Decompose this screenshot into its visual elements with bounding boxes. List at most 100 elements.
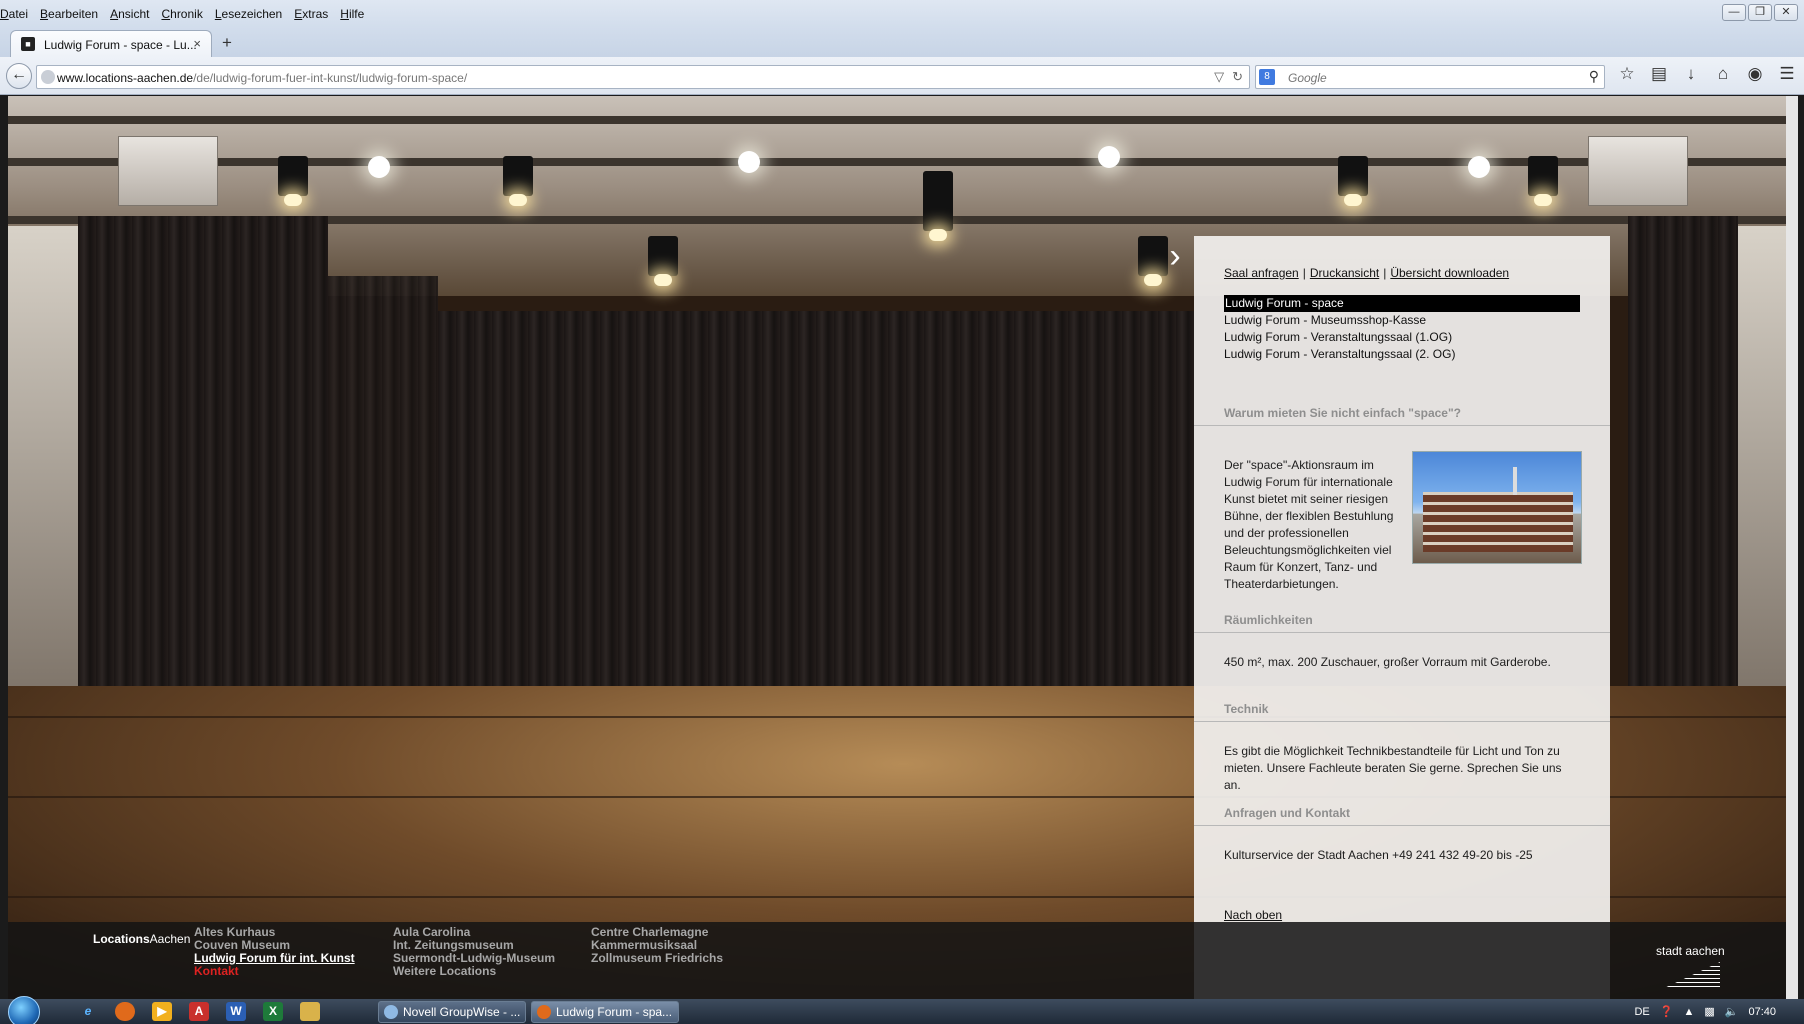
divider xyxy=(1194,425,1610,426)
footer-link-weitere[interactable]: Weitere Locations xyxy=(393,965,555,978)
groupwise-icon xyxy=(384,1005,398,1019)
menu-bearbeiten[interactable]: Bearbeiten xyxy=(40,7,98,21)
speaker xyxy=(1588,136,1688,206)
panel-actions: Saal anfragen | Druckansicht | Übersicht dow… xyxy=(1224,266,1510,280)
excel-icon[interactable]: X xyxy=(263,1002,283,1021)
reading-list-icon[interactable]: ▤ xyxy=(1648,64,1670,84)
close-icon[interactable]: ✕ xyxy=(1774,4,1798,21)
footer-col-1: Altes Kurhaus Couven Museum Ludwig Forum… xyxy=(194,926,355,978)
home-icon[interactable]: ⌂ xyxy=(1712,64,1734,84)
stage-lamp xyxy=(278,156,308,206)
scrollbar[interactable] xyxy=(1786,96,1798,999)
stage-lamp xyxy=(648,236,678,286)
rooms-text: 450 m², max. 200 Zuschauer, großer Vorra… xyxy=(1224,655,1551,669)
tech-text: Es gibt die Möglichkeit Technikbestandte… xyxy=(1224,744,1562,792)
volume-icon[interactable]: 🔈 xyxy=(1725,1005,1739,1018)
footer-col-3: Centre Charlemagne Kammermusiksaal Zollm… xyxy=(591,926,723,965)
speaker xyxy=(118,136,218,206)
start-button[interactable] xyxy=(8,996,40,1024)
new-tab-button[interactable]: + xyxy=(222,33,232,53)
site-footer: LocationsAachen Altes Kurhaus Couven Mus… xyxy=(8,922,1798,999)
stage-lamp xyxy=(1338,156,1368,206)
why-heading: Warum mieten Sie nicht einfach "space"? xyxy=(1224,406,1461,420)
dropdown-icon[interactable]: ▽ xyxy=(1214,69,1224,85)
stage-lamp xyxy=(923,171,953,241)
room-item-saal-2og[interactable]: Ludwig Forum - Veranstaltungssaal (2. OG… xyxy=(1224,346,1580,363)
building-photo xyxy=(1412,451,1582,564)
footer-link-zollmuseum[interactable]: Zollmuseum Friedrichs xyxy=(591,952,723,965)
system-tray: DE ❓ ▲ ▩ 🔈 07:40 xyxy=(1634,999,1804,1024)
description-text: Der "space"-Aktionsraum im Ludwig Forum … xyxy=(1224,458,1394,591)
search-icon[interactable]: ⚲ xyxy=(1589,68,1599,85)
restore-icon[interactable]: ❐ xyxy=(1748,4,1772,21)
uebersicht-downloaden-link[interactable]: Übersicht downloaden xyxy=(1390,266,1509,280)
navigation-bar: ← www.locations-aachen.de/de/ludwig-foru… xyxy=(0,57,1804,95)
reload-icon[interactable]: ↻ xyxy=(1232,69,1243,85)
menu-ansicht[interactable]: Ansicht xyxy=(110,7,149,21)
ie-icon[interactable]: e xyxy=(78,1002,98,1021)
menu-extras[interactable]: Extras xyxy=(294,7,328,21)
page-viewport: › Saal anfragen | Druckansicht | Übersicht d… xyxy=(8,96,1798,999)
tab-bar: ■ Ludwig Forum - space - Lu... × + xyxy=(0,27,1804,57)
menu-lesezeichen[interactable]: Lesezeichen xyxy=(215,7,282,21)
url-text: www.locations-aachen.de/de/ludwig-forum-… xyxy=(57,71,468,85)
star-icon[interactable]: ☆ xyxy=(1616,64,1638,84)
taskbar: e ▶ A W X Novell GroupWise - ... Ludwig … xyxy=(0,996,1804,1024)
site-favicon-icon: ■ xyxy=(21,37,35,51)
footer-link-kontakt[interactable]: Kontakt xyxy=(194,965,355,978)
explorer-icon[interactable] xyxy=(300,1002,320,1021)
show-hidden-icon[interactable]: ▲ xyxy=(1683,1006,1694,1018)
minimize-icon[interactable]: — xyxy=(1722,4,1746,21)
menu-chronik[interactable]: Chronik xyxy=(161,7,202,21)
tab-close-icon[interactable]: × xyxy=(193,36,201,51)
saal-anfragen-link[interactable]: Saal anfragen xyxy=(1224,266,1299,280)
rooms-heading: Räumlichkeiten xyxy=(1224,613,1313,627)
menu-icon[interactable]: ☰ xyxy=(1776,64,1798,84)
room-item-space[interactable]: Ludwig Forum - space xyxy=(1224,295,1580,312)
menu-bar: Datei Bearbeiten Ansicht Chronik Lesezei… xyxy=(0,0,1804,27)
network-icon[interactable]: ▩ xyxy=(1704,1005,1714,1018)
firefox-icon xyxy=(537,1005,551,1019)
divider xyxy=(1194,632,1610,633)
curtain-back xyxy=(438,311,1198,701)
room-item-museumsshop[interactable]: Ludwig Forum - Museumsshop-Kasse xyxy=(1224,312,1580,329)
nach-oben-link[interactable]: Nach oben xyxy=(1224,908,1282,922)
media-player-icon[interactable]: ▶ xyxy=(152,1002,172,1021)
stage-lamp xyxy=(1528,156,1558,206)
language-indicator[interactable]: DE xyxy=(1634,1006,1649,1018)
chat-icon[interactable]: ◉ xyxy=(1744,64,1766,84)
firefox-icon[interactable] xyxy=(115,1002,135,1021)
download-icon[interactable]: ↓ xyxy=(1680,64,1702,84)
stage-lamp xyxy=(503,156,533,206)
contact-text: Kulturservice der Stadt Aachen +49 241 4… xyxy=(1224,848,1533,862)
next-image-arrow-icon[interactable]: › xyxy=(1158,236,1192,276)
taskbar-item-firefox[interactable]: Ludwig Forum - spa... xyxy=(531,1001,679,1023)
footer-col-2: Aula Carolina Int. Zeitungsmuseum Suermo… xyxy=(393,926,555,978)
tab-title: Ludwig Forum - space - Lu... xyxy=(44,38,197,52)
room-item-saal-1og[interactable]: Ludwig Forum - Veranstaltungssaal (1.OG) xyxy=(1224,329,1580,346)
pdf-icon[interactable]: A xyxy=(189,1002,209,1021)
search-placeholder: Google xyxy=(1288,71,1327,85)
tab-ludwig-forum[interactable]: ■ Ludwig Forum - space - Lu... × xyxy=(10,30,212,57)
room-list: Ludwig Forum - space Ludwig Forum - Muse… xyxy=(1224,295,1580,363)
search-bar[interactable]: 8 Google ⚲ xyxy=(1255,65,1605,89)
menu-datei[interactable]: Datei xyxy=(0,7,28,21)
divider xyxy=(1194,721,1610,722)
url-bar[interactable]: www.locations-aachen.de/de/ludwig-forum-… xyxy=(36,65,1250,89)
help-icon[interactable]: ❓ xyxy=(1660,1005,1674,1018)
divider xyxy=(1194,825,1610,826)
globe-icon xyxy=(41,70,55,84)
tech-heading: Technik xyxy=(1224,702,1269,716)
back-button[interactable]: ← xyxy=(6,63,32,89)
info-panel: Saal anfragen | Druckansicht | Übersicht dow… xyxy=(1194,236,1610,999)
druckansicht-link[interactable]: Druckansicht xyxy=(1310,266,1379,280)
clock[interactable]: 07:40 xyxy=(1748,1006,1776,1018)
stadt-aachen-logo-text: stadt aachen xyxy=(1656,944,1725,958)
brand-logo[interactable]: LocationsAachen xyxy=(93,932,190,946)
menu-hilfe[interactable]: Hilfe xyxy=(340,7,364,21)
contact-heading: Anfragen und Kontakt xyxy=(1224,806,1350,820)
search-engine-icon[interactable]: 8 xyxy=(1259,69,1275,85)
stadt-aachen-logo-icon xyxy=(1660,962,1720,990)
word-icon[interactable]: W xyxy=(226,1002,246,1021)
taskbar-item-groupwise[interactable]: Novell GroupWise - ... xyxy=(378,1001,526,1023)
